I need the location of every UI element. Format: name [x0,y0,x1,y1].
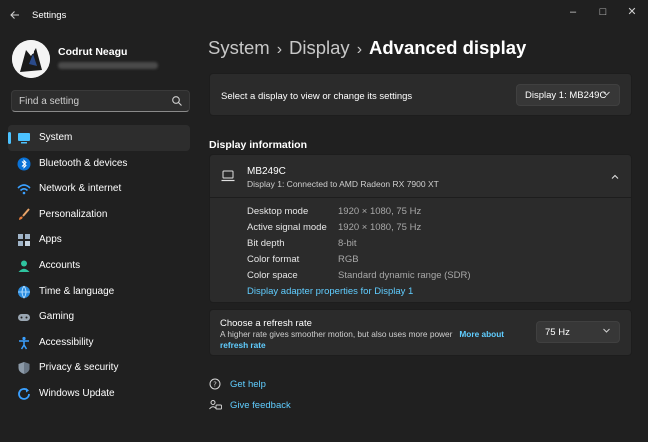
info-value: RGB [338,254,359,265]
user-email-redacted [58,62,158,69]
wifi-icon [17,182,31,196]
feedback-icon [209,399,222,412]
info-key: Color format [247,254,300,265]
sidebar-item-label: System [39,132,73,143]
refresh-rate-card: Choose a refresh rate A higher rate give… [209,309,632,356]
brush-icon [17,208,31,222]
get-help-label: Get help [230,379,266,390]
info-row-bit-depth: Bit depth 8-bit [247,236,617,252]
monitor-name: MB249C [247,166,286,177]
sidebar-item-network[interactable]: Network & internet [8,176,190,202]
globe-clock-icon [17,285,31,299]
display-information-card: MB249C Display 1: Connected to AMD Radeo… [209,154,632,303]
display-information-header[interactable]: MB249C Display 1: Connected to AMD Radeo… [210,155,631,198]
system-icon [17,131,31,145]
refresh-rate-description: A higher rate gives smoother motion, but… [220,329,530,351]
sidebar-item-label: Accessibility [39,336,94,348]
search-input[interactable]: Find a setting [11,90,190,112]
select-display-label: Select a display to view or change its s… [221,91,413,102]
sidebar-item-system[interactable]: System [8,125,190,151]
monitor-icon [221,170,235,182]
display-adapter-properties-link[interactable]: Display adapter properties for Display 1 [247,286,413,297]
sidebar-item-label: Time & language [39,285,115,297]
gamepad-icon [17,310,31,324]
info-row-color-space: Color space Standard dynamic range (SDR) [247,268,617,284]
sidebar-item-bluetooth[interactable]: Bluetooth & devices [8,151,190,177]
apps-icon [17,233,31,247]
refresh-rate-dropdown[interactable]: 75 Hz [536,321,620,343]
user-name: Codrut Neagu [58,46,128,58]
sidebar-item-label: Apps [39,234,62,246]
active-indicator [8,132,11,144]
shield-icon [17,361,31,375]
select-display-card: Select a display to view or change its s… [209,73,632,116]
info-key: Color space [247,270,298,281]
search-placeholder: Find a setting [19,96,80,107]
sidebar-nav: System Bluetooth & devices Network & int… [8,125,190,407]
sidebar-item-accounts[interactable]: Accounts [8,253,190,279]
info-value: 1920 × 1080, 75 Hz [338,222,422,233]
breadcrumb: System › Display › Advanced display [208,37,526,59]
info-key: Desktop mode [247,206,309,217]
display-select-dropdown[interactable]: Display 1: MB249C [516,84,620,106]
sidebar-item-label: Accounts [39,259,81,271]
svg-text:?: ? [213,381,217,389]
window-title: Settings [32,10,67,21]
info-row-color-format: Color format RGB [247,252,617,268]
section-title-display-information: Display information [209,139,308,151]
refresh-rate-value: 75 Hz [545,327,570,338]
breadcrumb-system[interactable]: System [208,37,270,58]
sidebar-item-privacy-security[interactable]: Privacy & security [8,355,190,381]
breadcrumb-display[interactable]: Display [289,37,350,58]
accessibility-icon [17,336,31,350]
display-select-value: Display 1: MB249C [525,90,607,101]
refresh-rate-description-text: A higher rate gives smoother motion, but… [220,329,453,339]
info-value: 8-bit [338,238,357,249]
back-arrow-icon[interactable] [8,9,22,23]
minimize-button[interactable]: – [561,4,585,20]
title-bar: Settings – □ ✕ [0,0,648,32]
chevron-up-icon[interactable] [610,171,620,181]
display-info-rows: Desktop mode 1920 × 1080, 75 Hz Active s… [247,204,617,284]
accounts-icon [17,259,31,273]
sidebar-item-label: Privacy & security [39,362,119,374]
chevron-right-icon: › [356,41,363,58]
info-row-desktop-mode: Desktop mode 1920 × 1080, 75 Hz [247,204,617,220]
maximize-button[interactable]: □ [591,4,615,20]
give-feedback-label: Give feedback [230,400,291,411]
info-value: 1920 × 1080, 75 Hz [338,206,422,217]
info-value: Standard dynamic range (SDR) [338,270,471,281]
page-title: Advanced display [369,37,527,58]
info-row-active-signal-mode: Active signal mode 1920 × 1080, 75 Hz [247,220,617,236]
close-button[interactable]: ✕ [620,4,644,20]
chevron-right-icon: › [276,41,283,58]
info-key: Bit depth [247,238,285,249]
chevron-down-icon [602,326,611,337]
avatar [12,40,50,78]
monitor-subtitle: Display 1: Connected to AMD Radeon RX 79… [247,179,439,189]
bluetooth-icon [17,157,31,171]
sidebar-item-time-language[interactable]: Time & language [8,279,190,305]
sidebar-item-apps[interactable]: Apps [8,227,190,253]
chevron-down-icon [602,89,611,100]
info-key: Active signal mode [247,222,327,233]
refresh-rate-title: Choose a refresh rate [220,318,312,329]
sidebar-item-label: Windows Update [39,387,115,399]
sidebar-item-personalization[interactable]: Personalization [8,202,190,228]
sidebar-item-label: Bluetooth & devices [39,157,128,169]
sidebar-item-label: Gaming [39,311,75,323]
sidebar-item-label: Personalization [39,208,108,220]
sidebar-item-gaming[interactable]: Gaming [8,304,190,330]
sidebar-item-accessibility[interactable]: Accessibility [8,330,190,356]
search-icon[interactable] [171,95,183,107]
windows-update-icon [17,387,31,401]
sidebar-item-label: Network & internet [39,183,122,195]
help-chat-icon: ? [209,378,222,391]
sidebar-item-windows-update[interactable]: Windows Update [8,381,190,407]
